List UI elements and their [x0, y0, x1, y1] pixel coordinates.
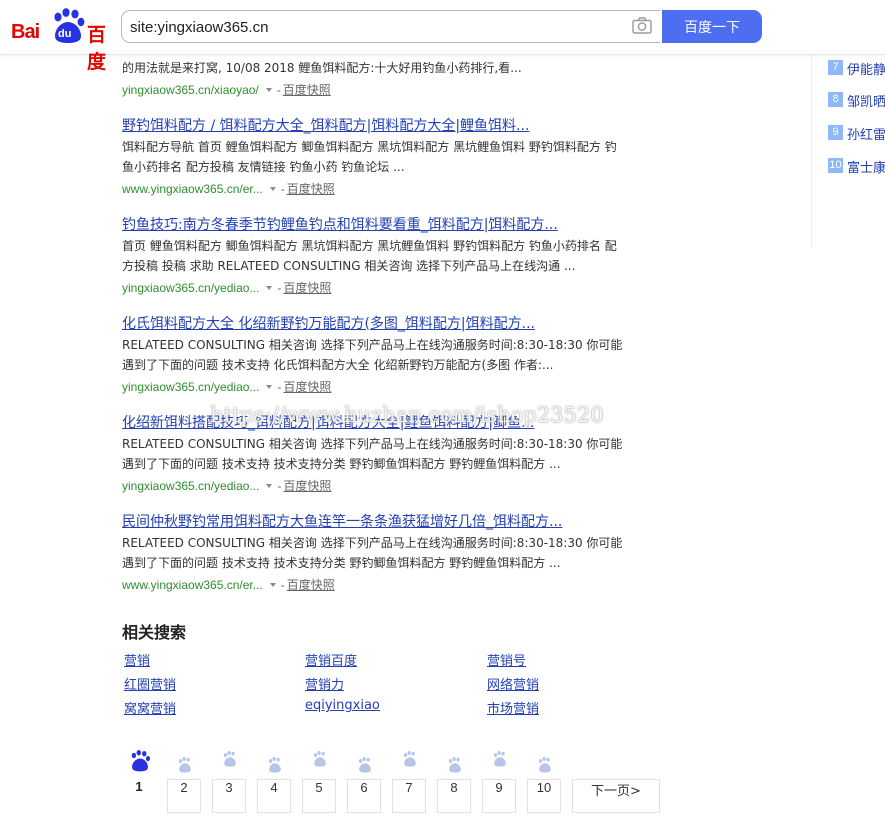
result-url-line: yingxiaow365.cn/yediao... - 百度快照 — [122, 479, 332, 493]
related-search-title: 相关搜索 — [122, 623, 187, 642]
hot-rank-badge: 7 — [828, 60, 843, 75]
page-link[interactable]: 4 — [257, 779, 291, 813]
hot-item-text: 孙红雷 — [847, 128, 885, 142]
result-snippet: RELATEED CONSULTING 相关咨询 选择下列产品马上在线沟通服务时… — [122, 533, 658, 573]
dropdown-arrow-icon[interactable] — [266, 484, 273, 489]
paw-page-current-icon — [131, 750, 151, 772]
result-url[interactable]: yingxiaow365.cn/yediao... — [122, 380, 259, 394]
hot-item-text: 富士康 — [847, 161, 885, 175]
hot-item-text: 伊能静 — [847, 63, 885, 77]
snippet-line: RELATEED CONSULTING 相关咨询 选择下列产品马上在线沟通服务时… — [122, 338, 623, 352]
snapshot-link[interactable]: 百度快照 — [283, 83, 331, 97]
dropdown-arrow-icon[interactable] — [265, 88, 272, 93]
snapshot-link[interactable]: 百度快照 — [287, 182, 335, 196]
snippet-line: RELATEED CONSULTING 相关咨询 选择下列产品马上在线沟通服务时… — [122, 536, 623, 550]
paw-page-icon — [268, 757, 281, 773]
logo-text-baidu-cn: 百度 — [87, 24, 106, 73]
snippet-line: 遇到了下面的问题 技术支持 化氏饵料配方大全 化绍新野钓万能配方(多图 作者:.… — [122, 358, 554, 372]
related-search-link[interactable]: eqiyingxiao — [305, 698, 380, 713]
result-snippet: 首页 鲤鱼饵料配方 鲫鱼饵料配方 黑坑饵料配方 黑坑鲤鱼饵料 野钓饵料配方 钓鱼… — [122, 236, 658, 276]
result-snippet: 饵料配方导航 首页 鲤鱼饵料配方 鲫鱼饵料配方 黑坑饵料配方 黑坑鲤鱼饵料 野钓… — [122, 137, 658, 177]
result-url[interactable]: www.yingxiaow365.cn/er... — [122, 182, 263, 196]
result-url-line: www.yingxiaow365.cn/er... - 百度快照 — [122, 578, 335, 592]
search-header: Bai du 百度 百度一下 — [0, 0, 885, 73]
related-search-link[interactable]: 网络营销 — [487, 674, 539, 693]
result-url-line: yingxiaow365.cn/yediao... - 百度快照 — [122, 281, 332, 295]
search-button[interactable]: 百度一下 — [662, 10, 762, 43]
related-search-link[interactable]: 营销力 — [305, 674, 344, 693]
dropdown-arrow-icon[interactable] — [269, 583, 276, 588]
result-url[interactable]: yingxiaow365.cn/xiaoyao/ — [122, 83, 259, 97]
related-search-link[interactable]: 市场营销 — [487, 698, 539, 717]
snippet-line: 饵料配方导航 首页 鲤鱼饵料配方 鲫鱼饵料配方 黑坑饵料配方 黑坑鲤鱼饵料 野钓… — [122, 140, 617, 154]
result-url[interactable]: yingxiaow365.cn/yediao... — [122, 479, 259, 493]
snippet-line: RELATEED CONSULTING 相关咨询 选择下列产品马上在线沟通服务时… — [122, 437, 623, 451]
watermark-text: https://www.huzhan.com/ishop23520 — [210, 403, 604, 427]
paw-page-icon — [313, 751, 326, 767]
related-search-link[interactable]: 营销 — [124, 650, 150, 669]
result-title-link[interactable]: 野钓饵料配方 / 饵料配方大全_饵料配方|饵料配方大全|鲤鱼饵料... — [122, 115, 529, 135]
result-url[interactable]: www.yingxiaow365.cn/er... — [122, 578, 263, 592]
hot-rank-badge: 8 — [828, 92, 843, 107]
paw-page-icon — [448, 757, 461, 773]
result-title-link[interactable]: 化氏饵料配方大全 化绍新野钓万能配方(多图_饵料配方|饵料配方... — [122, 313, 535, 333]
paw-page-icon — [358, 757, 371, 773]
snapshot-link[interactable]: 百度快照 — [283, 479, 331, 493]
hot-list-item[interactable]: 7 伊能静 — [828, 59, 885, 77]
related-search-link[interactable]: 红圈营销 — [124, 674, 176, 693]
result-url-line: www.yingxiaow365.cn/er... - 百度快照 — [122, 182, 335, 196]
snapshot-link[interactable]: 百度快照 — [283, 281, 331, 295]
related-search-link[interactable]: 营销号 — [487, 650, 526, 669]
page-link[interactable]: 9 — [482, 779, 516, 813]
snippet-line: 鱼小药排名 配方投稿 友情链接 钓鱼小药 钓鱼论坛 ... — [122, 160, 405, 174]
hot-item-text: 邹凯晒 — [847, 95, 885, 109]
paw-page-icon — [403, 751, 416, 767]
paw-page-icon — [493, 751, 506, 767]
result-title-link[interactable]: 民间仲秋野钓常用饵料配方大鱼连竿一条条渔获猛增好几倍_饵料配方... — [122, 511, 562, 531]
dropdown-arrow-icon[interactable] — [269, 187, 276, 192]
dropdown-arrow-icon[interactable] — [266, 385, 273, 390]
search-box — [121, 10, 660, 43]
camera-icon[interactable] — [632, 17, 652, 34]
paw-page-icon — [178, 757, 191, 773]
result-url-line: yingxiaow365.cn/yediao... - 百度快照 — [122, 380, 332, 394]
hot-list-item[interactable]: 8 邹凯晒 — [828, 91, 885, 109]
result-title-link[interactable]: 钓鱼技巧:南方冬春季节钓鲤鱼钓点和饵料要看重_饵料配方|饵料配方... — [122, 214, 558, 234]
page-link[interactable]: 7 — [392, 779, 426, 813]
snippet-line: 遇到了下面的问题 技术支持 技术支持分类 野钓鲫鱼饵料配方 野钓鲤鱼饵料配方 .… — [122, 556, 561, 570]
next-page-button[interactable]: 下一页> — [572, 779, 660, 813]
paw-page-icon — [538, 757, 551, 773]
hot-rank-badge: 9 — [828, 125, 843, 140]
related-search-link[interactable]: 窝窝营销 — [124, 698, 176, 717]
page-link[interactable]: 10 — [527, 779, 561, 813]
logo-text-bai: Bai — [11, 21, 40, 43]
page-current: 1 — [122, 779, 156, 813]
page-link[interactable]: 8 — [437, 779, 471, 813]
result-url-line: yingxiaow365.cn/xiaoyao/- 百度快照 — [122, 83, 331, 97]
logo-text-du: du — [58, 28, 72, 40]
result-url[interactable]: yingxiaow365.cn/yediao... — [122, 281, 259, 295]
result-snippet: RELATEED CONSULTING 相关咨询 选择下列产品马上在线沟通服务时… — [122, 434, 658, 474]
hot-list-item[interactable]: 9 孙红雷 — [828, 124, 885, 142]
snippet-line: 遇到了下面的问题 技术支持 技术支持分类 野钓鲫鱼饵料配方 野钓鲤鱼饵料配方 .… — [122, 457, 561, 471]
dropdown-arrow-icon[interactable] — [266, 286, 273, 291]
right-rail-divider — [811, 54, 812, 247]
page-link[interactable]: 2 — [167, 779, 201, 813]
paw-page-icon — [223, 751, 236, 767]
snippet-line: 首页 鲤鱼饵料配方 鲫鱼饵料配方 黑坑饵料配方 黑坑鲤鱼饵料 野钓饵料配方 钓鱼… — [122, 239, 617, 253]
snapshot-link[interactable]: 百度快照 — [287, 578, 335, 592]
search-input[interactable] — [130, 16, 620, 38]
page-link[interactable]: 3 — [212, 779, 246, 813]
snapshot-link[interactable]: 百度快照 — [283, 380, 331, 394]
related-search-link[interactable]: 营销百度 — [305, 650, 357, 669]
page-link[interactable]: 5 — [302, 779, 336, 813]
baidu-logo[interactable]: Bai du 百度 — [11, 8, 117, 73]
hot-list-item[interactable]: 10 富士康 — [828, 157, 885, 175]
snippet-line: 方投稿 投稿 求助 RELATEED CONSULTING 相关咨询 选择下列产… — [122, 259, 576, 273]
result-snippet: RELATEED CONSULTING 相关咨询 选择下列产品马上在线沟通服务时… — [122, 335, 658, 375]
page-link[interactable]: 6 — [347, 779, 381, 813]
result-snippet: 的用法就是来打窝, 10/08 2018 鲤鱼饵料配方:十大好用钓鱼小药排行,看… — [122, 61, 522, 75]
hot-rank-badge: 10 — [828, 158, 843, 173]
